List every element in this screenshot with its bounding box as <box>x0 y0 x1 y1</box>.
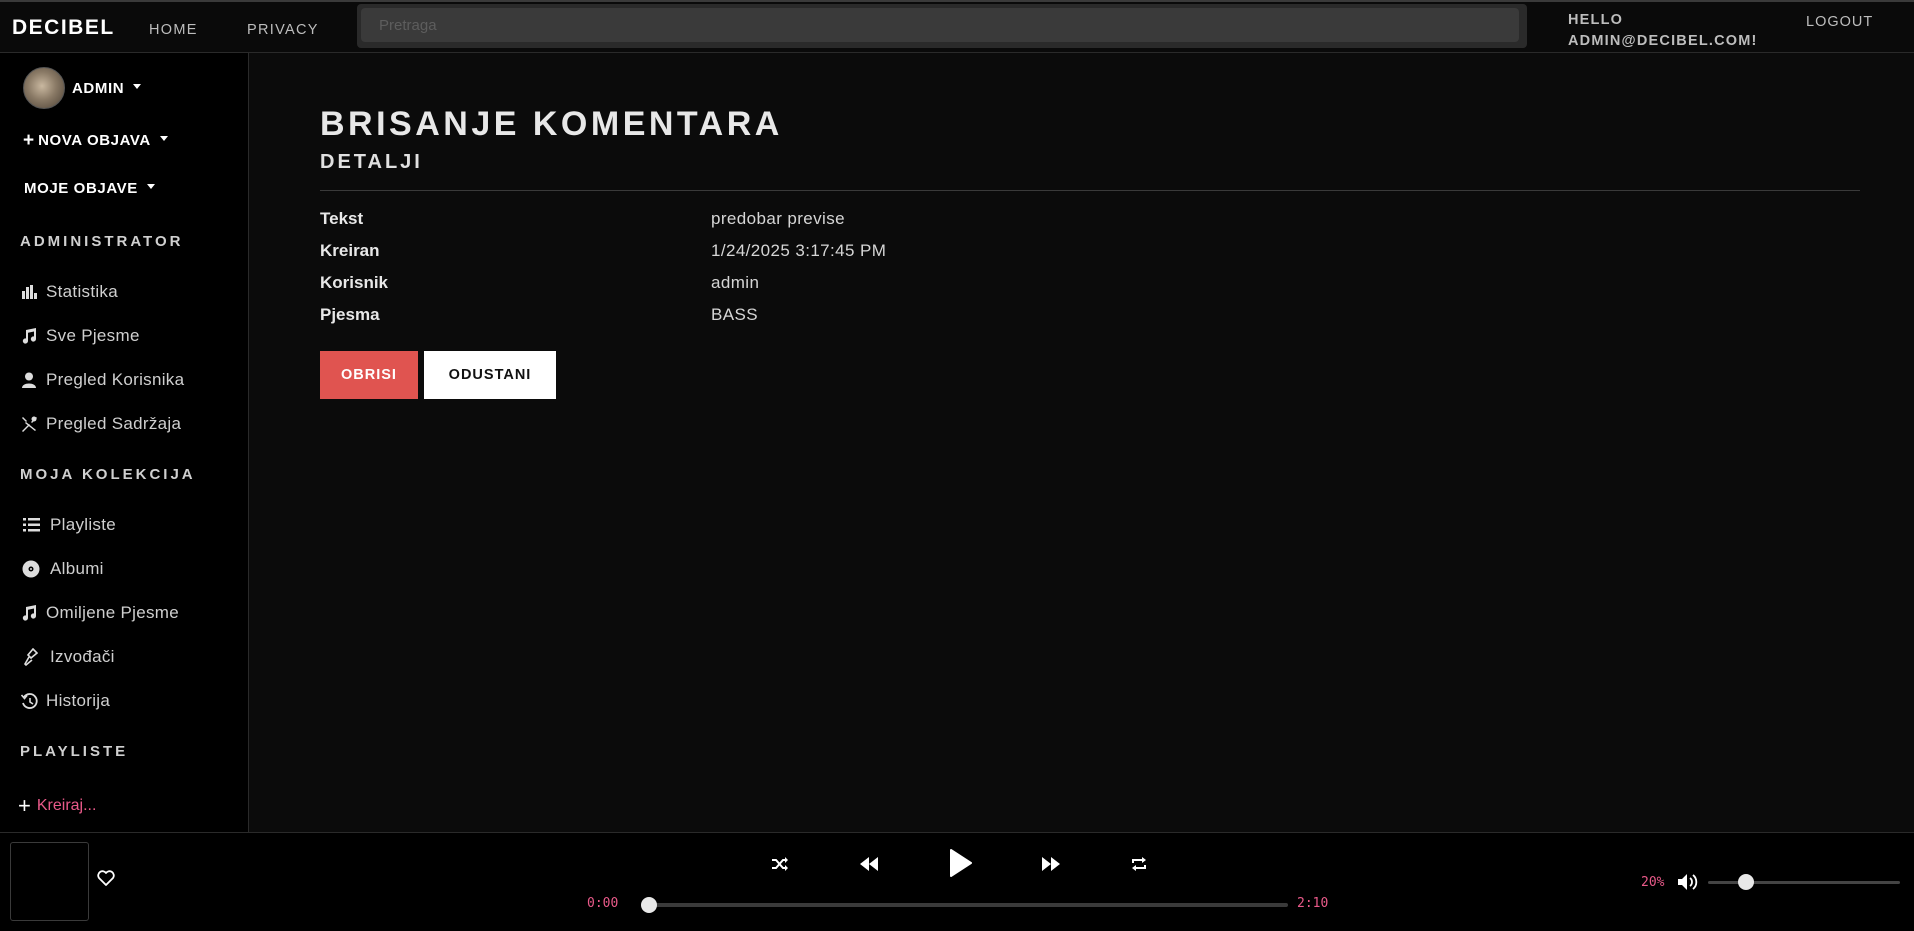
nav-link-home[interactable]: HOME <box>149 22 198 38</box>
sidebar-item-label: Playliste <box>50 515 117 534</box>
previous-icon[interactable] <box>854 849 884 879</box>
page-title: BRISANJE KOMENTARA <box>320 105 783 143</box>
detail-row: Korisnik admin <box>320 273 1320 303</box>
play-icon[interactable] <box>942 845 978 881</box>
top-navbar: DECIBEL HOME PRIVACY HELLO ADMIN@DECIBEL… <box>0 0 1914 53</box>
shuffle-icon[interactable] <box>765 849 795 879</box>
search-bar <box>357 4 1527 48</box>
detail-label: Korisnik <box>320 273 389 292</box>
sidebar-item-statistika[interactable]: Statistika <box>18 282 118 302</box>
delete-button[interactable]: OBRISI <box>320 351 418 399</box>
user-icon <box>18 371 40 389</box>
avatar <box>23 67 65 109</box>
list-icon <box>18 516 44 534</box>
volume-icon[interactable] <box>1677 873 1699 891</box>
disc-icon <box>18 560 44 578</box>
tools-icon <box>18 415 40 433</box>
caret-down-icon <box>146 184 155 189</box>
brand-logo[interactable]: DECIBEL <box>12 16 115 40</box>
sidebar-item-label: Albumi <box>50 559 104 578</box>
main-content: BRISANJE KOMENTARA DETALJI Tekst predoba… <box>250 53 1914 832</box>
microphone-icon <box>18 648 44 666</box>
nav-link-privacy[interactable]: PRIVACY <box>247 22 319 38</box>
create-playlist-link[interactable]: + Kreiraj... <box>18 795 96 817</box>
sidebar-item-albumi[interactable]: Albumi <box>18 559 104 579</box>
create-playlist-label: Kreiraj... <box>36 797 97 814</box>
sidebar-item-historija[interactable]: Historija <box>18 691 110 711</box>
total-time: 2:10 <box>1297 896 1329 911</box>
sidebar-item-omiljene-pjesme[interactable]: Omiljene Pjesme <box>18 603 179 623</box>
caret-down-icon <box>159 136 168 141</box>
progress-knob[interactable] <box>641 897 657 913</box>
chart-bar-icon <box>18 283 40 301</box>
sidebar-item-label: Pregled Korisnika <box>46 370 185 389</box>
user-dropdown-label: ADMIN <box>72 79 125 97</box>
my-posts-label: MOJE OBJAVE <box>24 180 138 197</box>
sidebar-item-label: Historija <box>46 691 111 710</box>
detail-value: 1/24/2025 3:17:45 PM <box>711 241 887 260</box>
plus-icon: + <box>23 130 35 151</box>
new-post-label: NOVA OBJAVA <box>38 132 151 149</box>
detail-row: Tekst predobar previse <box>320 209 1320 239</box>
sidebar-item-label: Izvođači <box>50 647 115 666</box>
detail-label: Tekst <box>320 209 364 228</box>
sidebar: ADMIN + NOVA OBJAVA MOJE OBJAVE ADMINIST… <box>0 53 249 832</box>
sidebar-item-sve-pjesme[interactable]: Sve Pjesme <box>18 326 140 346</box>
caret-down-icon <box>133 83 142 89</box>
my-posts-dropdown[interactable]: MOJE OBJAVE <box>24 180 155 197</box>
detail-row: Kreiran 1/24/2025 3:17:45 PM <box>320 241 1320 271</box>
music-note-icon <box>18 604 40 622</box>
cancel-button[interactable]: ODUSTANI <box>424 351 556 399</box>
sidebar-item-izvodjaci[interactable]: Izvođači <box>18 647 115 667</box>
logout-link[interactable]: LOGOUT <box>1806 14 1873 30</box>
divider <box>320 190 1860 191</box>
greeting-line: HELLO <box>1568 12 1624 28</box>
progress-slider[interactable] <box>641 897 1288 913</box>
sidebar-item-label: Pregled Sadržaja <box>46 414 182 433</box>
detail-row: Pjesma BASS <box>320 305 1320 335</box>
new-post-dropdown[interactable]: + NOVA OBJAVA <box>23 131 168 150</box>
sidebar-item-pregled-sadrzaja[interactable]: Pregled Sadržaja <box>18 414 181 434</box>
sidebar-item-label: Sve Pjesme <box>46 326 140 345</box>
heart-icon[interactable] <box>97 870 119 890</box>
user-dropdown[interactable]: ADMIN <box>23 67 142 109</box>
plus-icon: + <box>18 793 31 818</box>
section-subtitle: DETALJI <box>320 151 423 173</box>
collection-section-heading: MOJA KOLEKCIJA <box>20 466 196 483</box>
detail-label: Pjesma <box>320 305 380 324</box>
volume-slider[interactable] <box>1708 874 1900 890</box>
volume-knob[interactable] <box>1738 874 1755 890</box>
history-icon <box>18 692 40 710</box>
detail-value: predobar previse <box>711 209 845 228</box>
music-player-bar: 0:00 2:10 20% <box>0 832 1914 931</box>
repeat-icon[interactable] <box>1124 849 1154 879</box>
greeting-email: ADMIN@DECIBEL.COM! <box>1568 33 1758 49</box>
sidebar-item-label: Omiljene Pjesme <box>46 603 179 622</box>
detail-value: admin <box>711 273 760 292</box>
search-input[interactable] <box>361 8 1519 42</box>
sidebar-item-playliste[interactable]: Playliste <box>18 515 116 535</box>
next-icon[interactable] <box>1036 849 1066 879</box>
detail-label: Kreiran <box>320 241 380 260</box>
detail-value: BASS <box>711 305 758 324</box>
music-note-icon <box>18 327 40 345</box>
volume-percentage: 20% <box>1641 875 1665 890</box>
sidebar-item-pregled-korisnika[interactable]: Pregled Korisnika <box>18 370 184 390</box>
user-greeting: HELLO ADMIN@DECIBEL.COM! <box>1568 10 1758 52</box>
admin-section-heading: ADMINISTRATOR <box>20 233 184 250</box>
sidebar-item-label: Statistika <box>46 282 118 301</box>
album-cover <box>10 842 89 921</box>
playlists-section-heading: PLAYLISTE <box>20 743 129 760</box>
current-time: 0:00 <box>587 896 619 911</box>
